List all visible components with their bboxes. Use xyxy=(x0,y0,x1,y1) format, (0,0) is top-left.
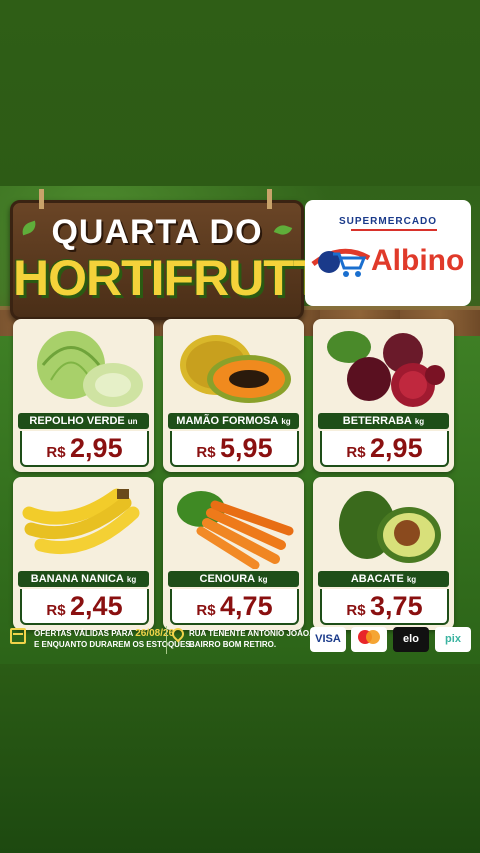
avocado-image xyxy=(339,491,441,563)
visa-logo: VISA xyxy=(310,627,346,652)
logo-name: Albino xyxy=(371,244,465,277)
logo-supertitle: SUPERMERCADO xyxy=(338,216,438,227)
title-line2: HORTIFRUTTI xyxy=(13,250,336,306)
product-price: R$ 3,75 xyxy=(320,589,449,625)
promo-poster: QUARTA DO HORTIFRUTTI SUPERMERCADO Albin… xyxy=(0,186,480,664)
product-label: REPOLHO VERDE un xyxy=(18,413,149,429)
product-label: ABACATE kg xyxy=(318,571,449,587)
beet-image xyxy=(327,331,445,407)
product-card-carrot: CENOURA kg R$ 4,75 xyxy=(163,477,304,630)
rope-left xyxy=(39,189,44,209)
product-label: MAMÃO FORMOSA kg xyxy=(168,413,299,429)
cabbage-image xyxy=(37,331,143,407)
papaya-image xyxy=(180,335,291,403)
banana-image xyxy=(22,488,140,555)
product-price: R$ 2,45 xyxy=(20,589,149,625)
product-card-cabbage: REPOLHO VERDE un R$ 2,95 xyxy=(13,319,154,472)
product-price: R$ 5,95 xyxy=(170,431,299,467)
product-price: R$ 2,95 xyxy=(320,431,449,467)
validity-date: 26/08/26 xyxy=(135,628,175,639)
product-card-beet: BETERRABA kg R$ 2,95 xyxy=(313,319,454,472)
shopping-cart-icon xyxy=(311,248,371,277)
product-label: BANANA NANICA kg xyxy=(18,571,149,587)
rope-right xyxy=(267,189,272,209)
carrot-image xyxy=(177,491,294,569)
product-price: R$ 2,95 xyxy=(20,431,149,467)
footer: OFERTAS VÁLIDAS PARA 26/08/26 E ENQUANTO… xyxy=(0,622,480,664)
pix-logo: pix xyxy=(435,627,471,652)
product-card-avocado: ABACATE kg R$ 3,75 xyxy=(313,477,454,630)
store-logo: SUPERMERCADO Albino xyxy=(305,200,471,306)
product-label: CENOURA kg xyxy=(168,571,299,587)
footer-divider xyxy=(166,626,167,654)
background-top xyxy=(0,0,480,190)
background-bottom xyxy=(0,662,480,853)
calendar-icon xyxy=(10,628,26,644)
mastercard-logo xyxy=(351,627,387,652)
product-label: BETERRABA kg xyxy=(318,413,449,429)
logo-rule xyxy=(351,229,437,231)
product-card-banana: BANANA NANICA kg R$ 2,45 xyxy=(13,477,154,630)
product-price: R$ 4,75 xyxy=(170,589,299,625)
mastercard-icon xyxy=(358,630,380,644)
title-sign: QUARTA DO HORTIFRUTTI xyxy=(10,189,336,320)
product-card-papaya: MAMÃO FORMOSA kg R$ 5,95 xyxy=(163,319,304,472)
elo-logo: elo xyxy=(393,627,429,652)
title-line1: QUARTA DO xyxy=(51,213,263,251)
validity-text: OFERTAS VÁLIDAS PARA 26/08/26 E ENQUANTO… xyxy=(34,628,193,649)
